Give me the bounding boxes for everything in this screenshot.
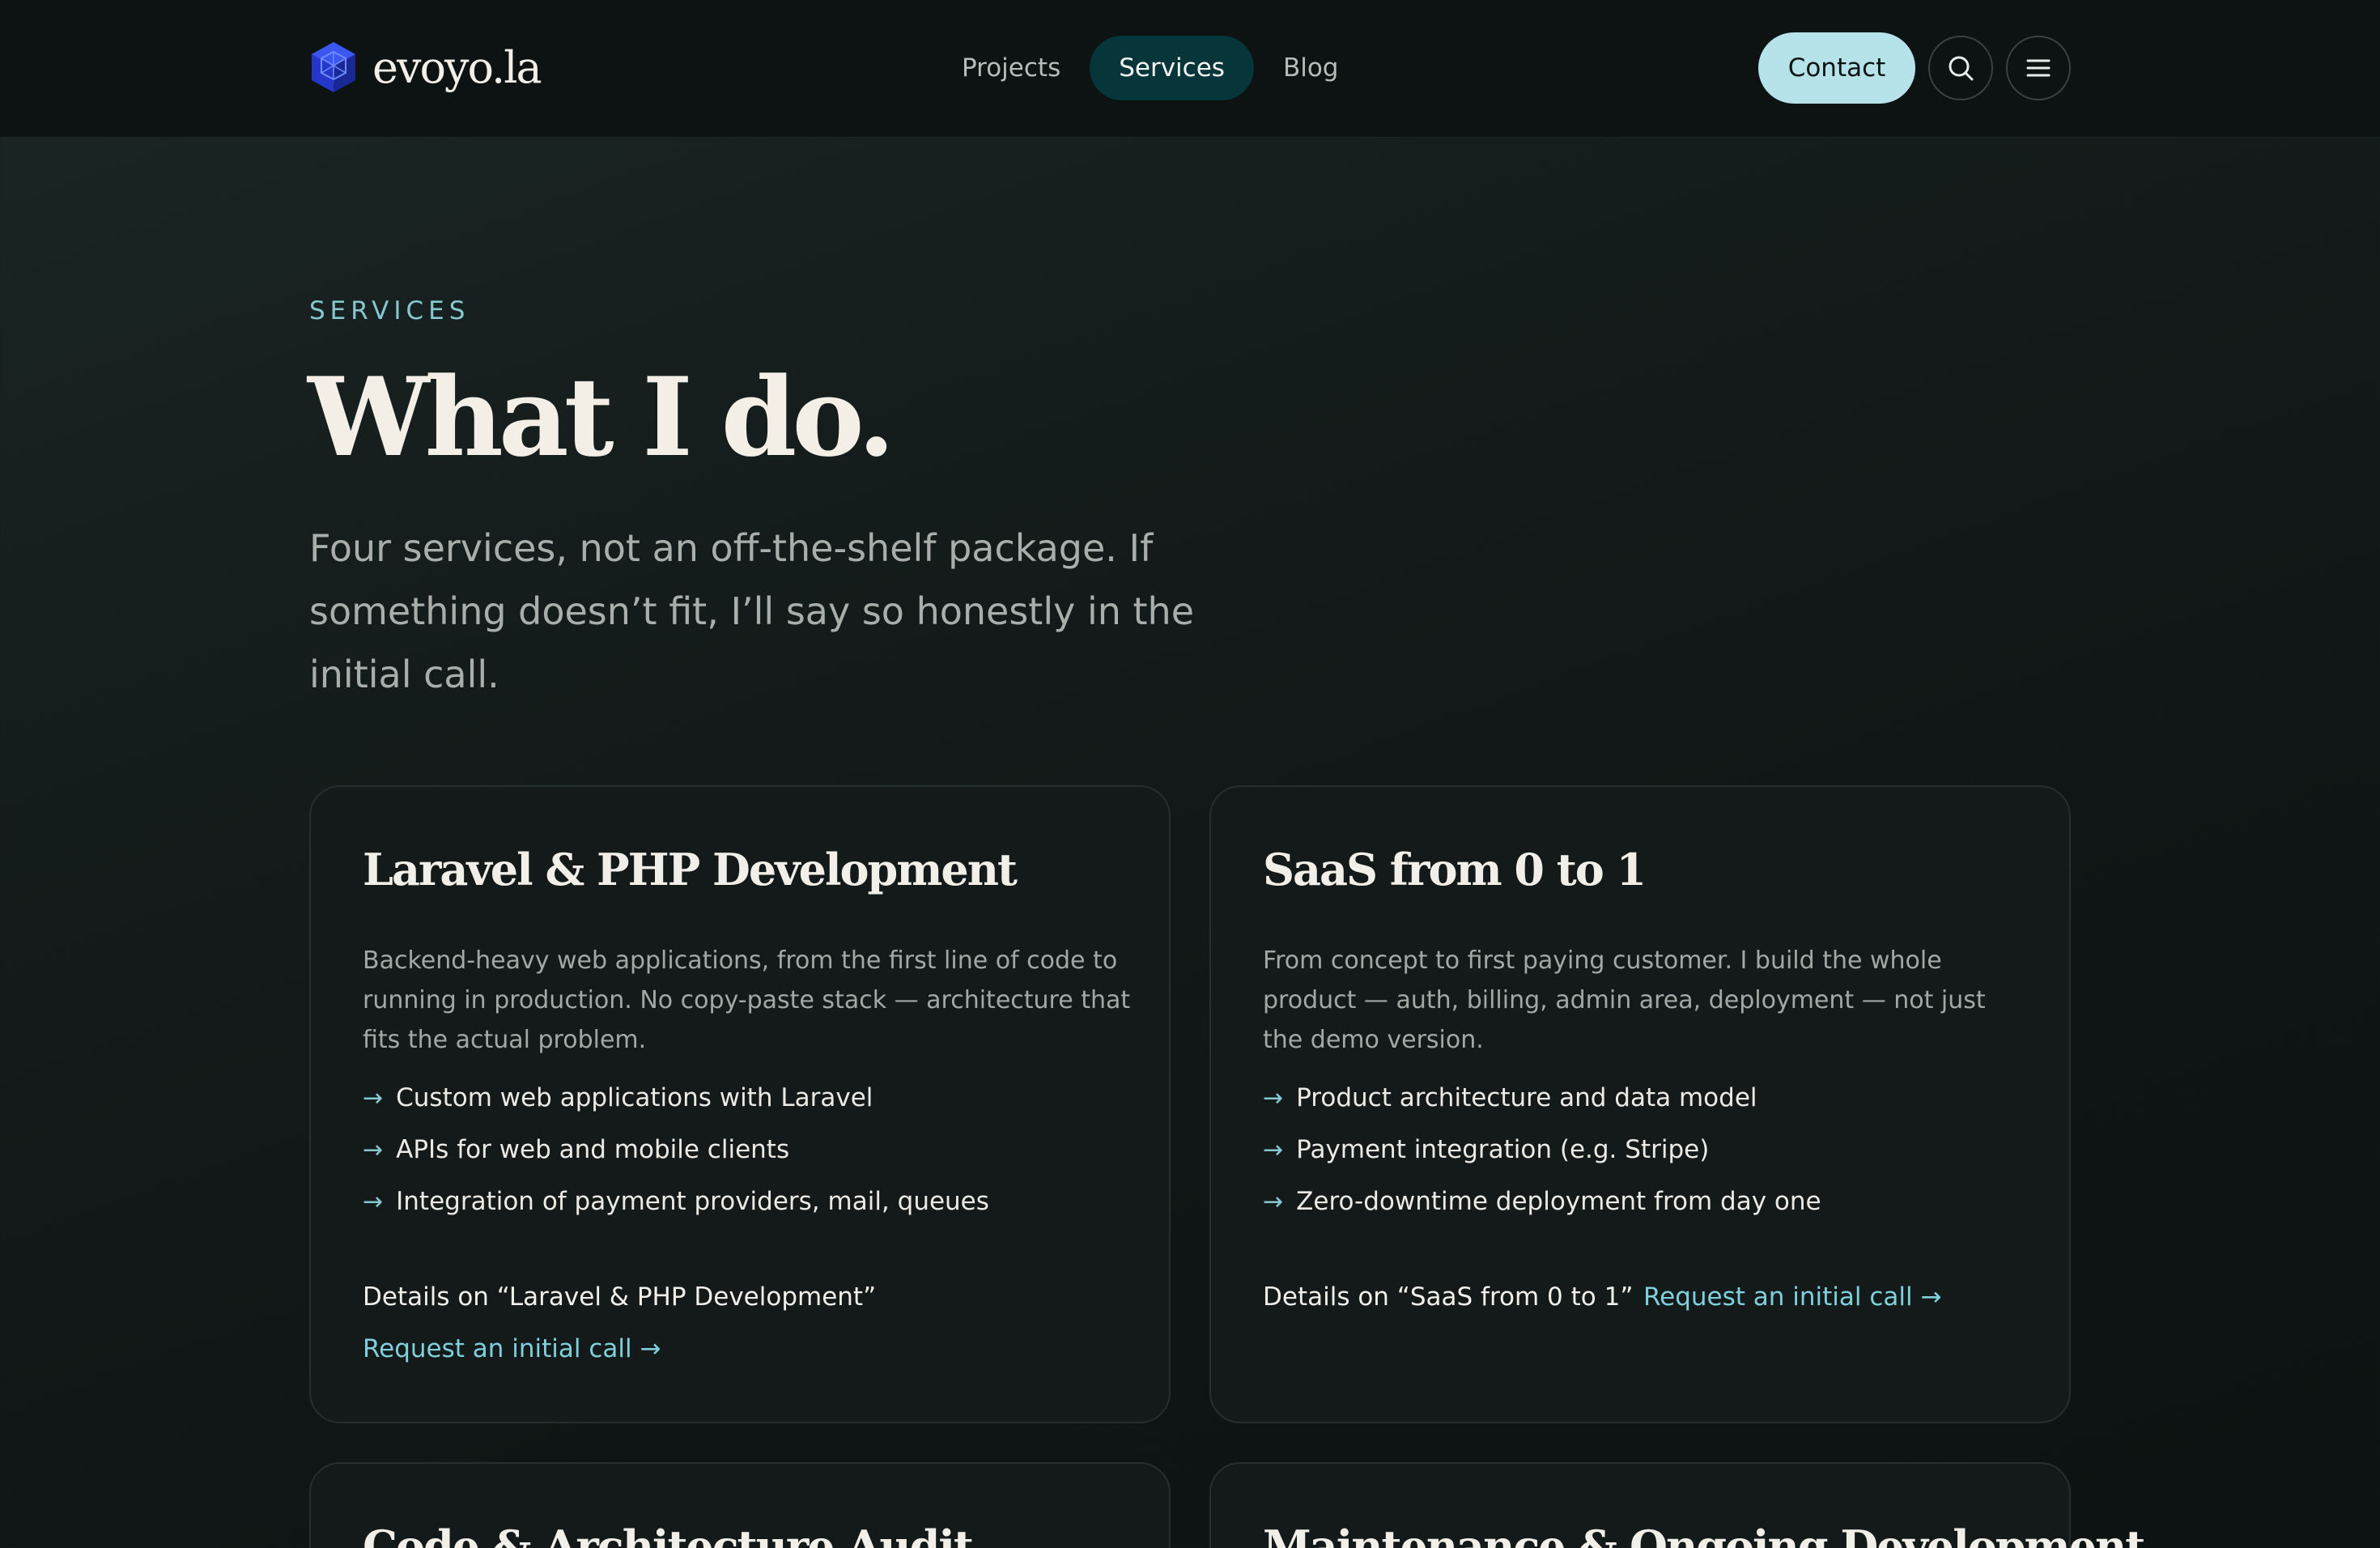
arrow-right-icon: → (363, 1083, 384, 1112)
service-title: Laravel & PHP Development (363, 844, 1018, 895)
feature-label: Zero-downtime deployment from day one (1296, 1187, 1821, 1216)
feature-item: → Product architecture and data model (1263, 1072, 1821, 1124)
arrow-right-icon: → (363, 1187, 384, 1216)
feature-list: → Custom web applications with Laravel →… (363, 1072, 989, 1227)
page-title: What I do. (308, 353, 895, 481)
feature-item: → Integration of payment providers, mail… (363, 1176, 989, 1227)
site-header: evoyo.la Projects Services Blog Contact (0, 0, 2380, 138)
feature-item: → APIs for web and mobile clients (363, 1124, 989, 1176)
nav-item-services[interactable]: Services (1090, 36, 1254, 100)
arrow-right-icon: → (363, 1135, 384, 1164)
search-icon (1949, 56, 1974, 81)
request-call-link[interactable]: Request an initial call → (1643, 1282, 1941, 1312)
details-link[interactable]: Details on “Laravel & PHP Development” (363, 1282, 876, 1312)
arrow-right-icon: → (1263, 1083, 1284, 1112)
service-title: Maintenance & Ongoing Development (1263, 1520, 2145, 1548)
details-link[interactable]: Details on “SaaS from 0 to 1” (1263, 1282, 1633, 1312)
contact-button[interactable]: Contact (1758, 32, 1915, 104)
section-eyebrow: SERVICES (309, 296, 470, 325)
feature-label: Product architecture and data model (1296, 1083, 1757, 1112)
arrow-right-icon: → (1263, 1135, 1284, 1164)
feature-item: → Zero-downtime deployment from day one (1263, 1176, 1821, 1227)
brand-name: evoyo.la (372, 41, 542, 93)
feature-label: APIs for web and mobile clients (396, 1135, 790, 1164)
feature-label: Payment integration (e.g. Stripe) (1296, 1135, 1710, 1164)
hexagon-cube-icon (312, 42, 355, 92)
search-button[interactable] (1928, 36, 1993, 100)
brand-logo[interactable]: evoyo.la (309, 40, 542, 94)
service-card-audit: Code & Architecture Audit (309, 1462, 1171, 1548)
feature-item: → Custom web applications with Laravel (363, 1072, 989, 1124)
service-card-laravel: Laravel & PHP Development Backend-heavy … (309, 785, 1171, 1423)
arrow-right-icon: → (1263, 1187, 1284, 1216)
main-nav: Projects Services Blog (933, 36, 1367, 100)
service-description: From concept to first paying customer. I… (1263, 946, 1986, 1054)
menu-button[interactable] (2006, 36, 2071, 100)
feature-list: → Product architecture and data model → … (1263, 1072, 1821, 1227)
menu-icon (2026, 59, 2051, 77)
feature-item: → Payment integration (e.g. Stripe) (1263, 1124, 1821, 1176)
request-call-link[interactable]: Request an initial call → (363, 1334, 661, 1363)
service-card-maintenance: Maintenance & Ongoing Development (1209, 1462, 2145, 1548)
nav-item-blog[interactable]: Blog (1254, 36, 1368, 100)
service-title: SaaS from 0 to 1 (1263, 844, 1647, 895)
feature-label: Integration of payment providers, mail, … (396, 1187, 989, 1216)
nav-item-projects[interactable]: Projects (933, 36, 1090, 100)
service-card-saas: SaaS from 0 to 1 From concept to first p… (1209, 785, 2071, 1423)
intro-text: Four services, not an off-the-shelf pack… (309, 526, 1194, 696)
service-description: Backend-heavy web applications, from the… (363, 946, 1131, 1054)
feature-label: Custom web applications with Laravel (396, 1083, 873, 1112)
service-title: Code & Architecture Audit (363, 1520, 974, 1548)
